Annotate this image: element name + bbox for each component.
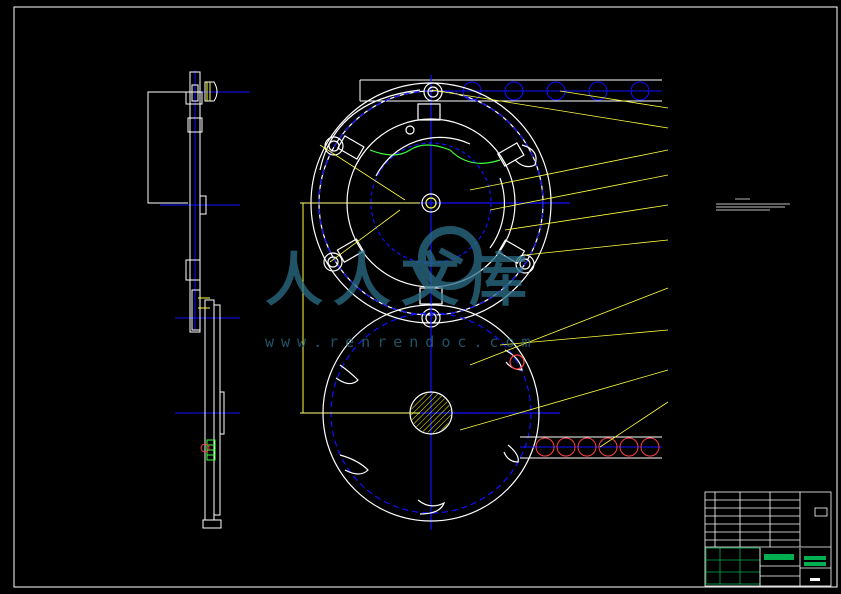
watermark: 人人文库 www.renrendoc.com (265, 226, 538, 351)
watermark-brand: 人人文库 (265, 246, 537, 314)
side-view (147, 70, 250, 529)
lower-conveyor (520, 436, 662, 459)
title-block (704, 491, 832, 587)
text-note-icon (716, 198, 790, 211)
cad-drawing-sheet: 人人文库 www.renrendoc.com (13, 6, 838, 588)
watermark-url: www.renrendoc.com (265, 333, 538, 351)
upper-conveyor (359, 79, 662, 102)
